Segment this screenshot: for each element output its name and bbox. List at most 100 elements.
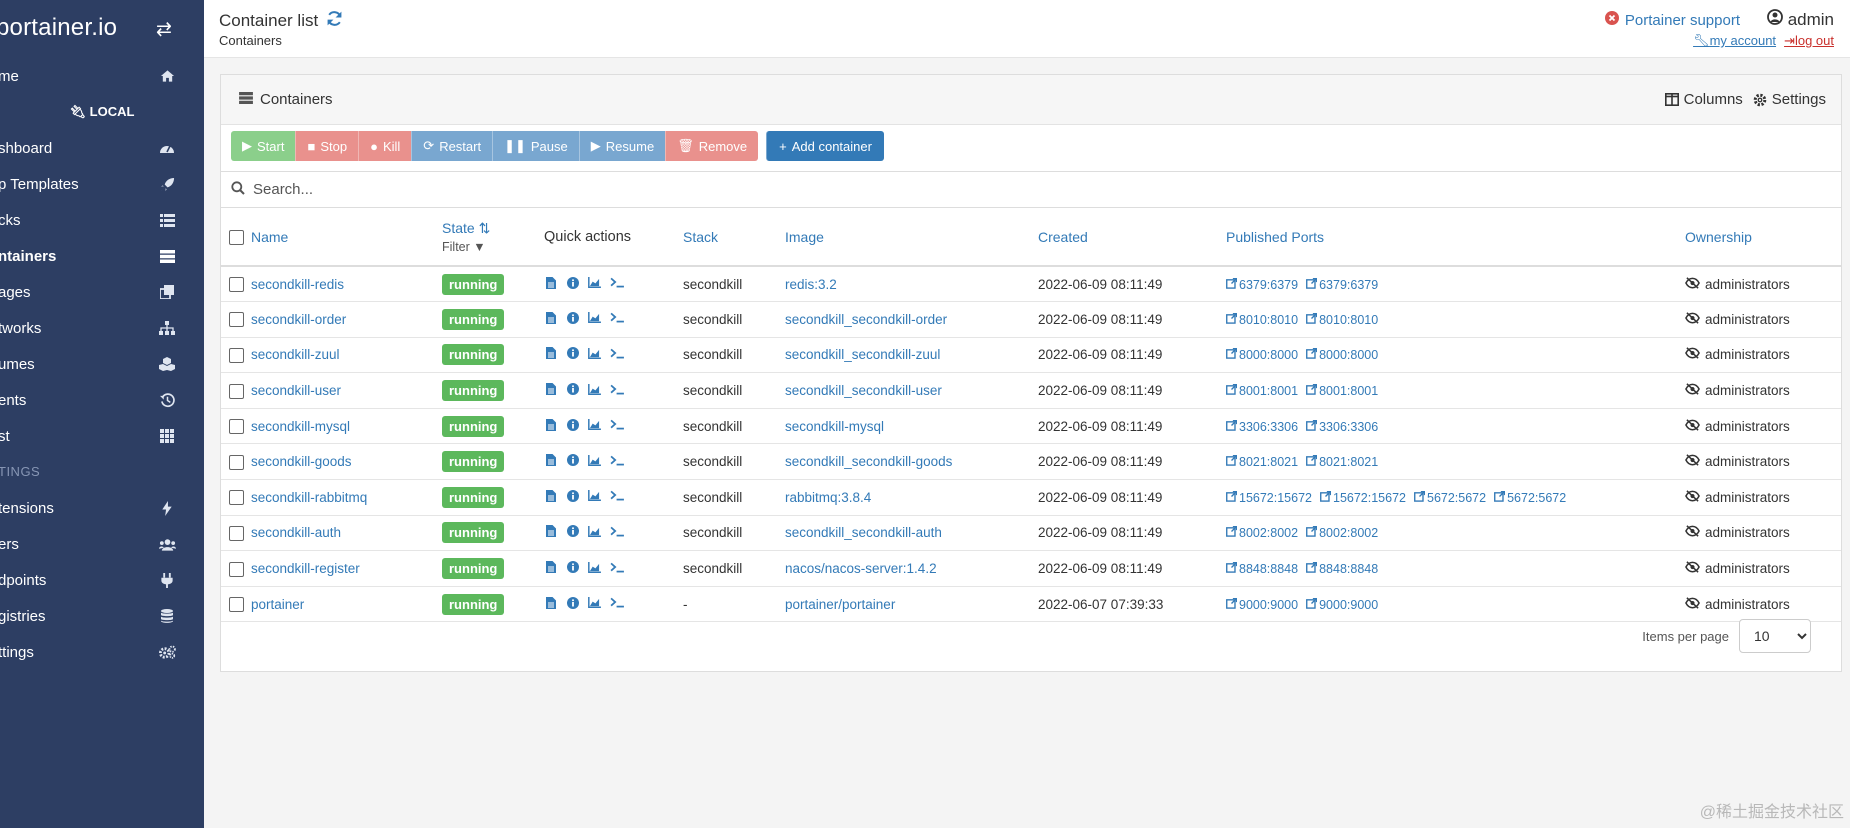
row-checkbox[interactable] (229, 454, 244, 470)
sort-image[interactable]: Image (785, 229, 824, 245)
console-icon[interactable] (610, 526, 624, 540)
columns-button[interactable]: Columns (1664, 91, 1743, 108)
sidebar-item-host[interactable]: st (0, 418, 204, 454)
sidebar-item-volumes[interactable]: umes (0, 346, 204, 382)
container-name-link[interactable]: secondkill-auth (251, 525, 341, 540)
row-checkbox[interactable] (229, 347, 244, 363)
stats-icon[interactable] (588, 525, 601, 540)
resume-button[interactable]: ▶ Resume (578, 131, 666, 161)
sidebar-item-registries[interactable]: gistries (0, 598, 204, 634)
published-port-link[interactable]: 3306:3306 (1306, 419, 1378, 434)
select-all-checkbox[interactable] (229, 229, 244, 245)
image-link[interactable]: secondkill_secondkill-auth (785, 525, 942, 540)
published-port-link[interactable]: 8000:8000 (1226, 348, 1298, 362)
row-checkbox[interactable] (229, 312, 244, 328)
published-port-link[interactable]: 6379:6379 (1226, 277, 1298, 292)
logs-icon[interactable] (544, 311, 557, 327)
stats-icon[interactable] (588, 277, 601, 291)
published-port-link[interactable]: 5672:5672 (1494, 490, 1566, 505)
image-link[interactable]: portainer/portainer (785, 597, 895, 612)
console-icon[interactable] (610, 277, 624, 291)
row-checkbox[interactable] (229, 597, 244, 613)
stats-icon[interactable] (588, 490, 601, 504)
sort-ports[interactable]: Published Ports (1226, 229, 1324, 245)
published-port-link[interactable]: 8002:8002 (1226, 526, 1298, 540)
info-icon[interactable] (566, 383, 579, 398)
image-link[interactable]: secondkill_secondkill-user (785, 383, 942, 398)
start-button[interactable]: ▶ Start (231, 131, 296, 161)
settings-button[interactable]: Settings (1753, 91, 1826, 108)
my-account-link[interactable]: 🔧︎my account (1693, 33, 1776, 49)
state-filter[interactable]: Filter ▼ (442, 240, 544, 254)
container-name-link[interactable]: secondkill-zuul (251, 347, 340, 362)
sidebar-item-users[interactable]: ers (0, 526, 204, 562)
image-link[interactable]: secondkill_secondkill-goods (785, 454, 952, 469)
sidebar-item-home[interactable]: me (0, 58, 204, 94)
info-icon[interactable] (566, 454, 579, 469)
console-icon[interactable] (610, 419, 624, 433)
sidebar-item-events[interactable]: ents (0, 382, 204, 418)
row-checkbox[interactable] (229, 419, 244, 435)
published-port-link[interactable]: 8002:8002 (1306, 526, 1378, 540)
sort-name[interactable]: Name (251, 229, 288, 245)
published-port-link[interactable]: 6379:6379 (1306, 277, 1378, 292)
sidebar-item-stacks[interactable]: cks (0, 202, 204, 238)
logs-icon[interactable] (544, 418, 557, 434)
kill-button[interactable]: ● Kill (358, 131, 412, 161)
published-port-link[interactable]: 8001:8001 (1306, 383, 1378, 398)
published-port-link[interactable]: 15672:15672 (1320, 490, 1406, 505)
stats-icon[interactable] (588, 454, 601, 469)
sort-created[interactable]: Created (1038, 229, 1088, 245)
published-port-link[interactable]: 8000:8000 (1306, 348, 1378, 362)
published-port-link[interactable]: 8848:8848 (1306, 561, 1378, 576)
container-name-link[interactable]: secondkill-redis (251, 277, 344, 292)
published-port-link[interactable]: 9000:9000 (1226, 597, 1298, 612)
stats-icon[interactable] (588, 347, 601, 362)
sidebar-item-endpoints[interactable]: dpoints (0, 562, 204, 598)
sidebar-item-app-templates[interactable]: p Templates (0, 166, 204, 202)
info-icon[interactable] (566, 561, 579, 576)
image-link[interactable]: secondkill_secondkill-order (785, 312, 947, 327)
info-icon[interactable] (566, 418, 579, 434)
console-icon[interactable] (610, 348, 624, 362)
logs-icon[interactable] (544, 525, 557, 540)
sort-ownership[interactable]: Ownership (1685, 229, 1752, 245)
sidebar-item-networks[interactable]: tworks (0, 310, 204, 346)
sidebar-item-images[interactable]: ages (0, 274, 204, 310)
published-port-link[interactable]: 15672:15672 (1226, 490, 1312, 505)
image-link[interactable]: secondkill_secondkill-zuul (785, 347, 940, 362)
logs-icon[interactable] (544, 561, 557, 576)
info-icon[interactable] (566, 596, 579, 612)
stats-icon[interactable] (588, 597, 601, 611)
exchange-icon[interactable]: ⇄ (156, 18, 172, 41)
sidebar-item-settings[interactable]: ttings (0, 634, 204, 670)
pause-button[interactable]: ❚❚ Pause (492, 131, 579, 161)
portainer-logo[interactable]: portainer.io (0, 14, 117, 42)
published-port-link[interactable]: 8010:8010 (1306, 312, 1378, 327)
container-name-link[interactable]: secondkill-user (251, 383, 341, 398)
row-checkbox[interactable] (229, 561, 244, 577)
logs-icon[interactable] (544, 276, 557, 292)
stats-icon[interactable] (588, 561, 601, 576)
add-container-button[interactable]: + Add container (766, 131, 884, 161)
info-icon[interactable] (566, 311, 579, 327)
console-icon[interactable] (610, 455, 624, 469)
sidebar-item-containers[interactable]: ntainers (0, 238, 204, 274)
remove-button[interactable]: 🗑︎ Remove (665, 131, 759, 161)
sidebar-item-dashboard[interactable]: shboard (0, 130, 204, 166)
info-icon[interactable] (566, 347, 579, 362)
logs-icon[interactable] (544, 383, 557, 398)
console-icon[interactable] (610, 490, 624, 504)
published-port-link[interactable]: 3306:3306 (1226, 419, 1298, 434)
logs-icon[interactable] (544, 596, 557, 612)
row-checkbox[interactable] (229, 490, 244, 506)
console-icon[interactable] (610, 384, 624, 398)
container-name-link[interactable]: secondkill-order (251, 312, 346, 327)
log-out-link[interactable]: ⇥log out (1784, 33, 1834, 49)
stats-icon[interactable] (588, 312, 601, 326)
stats-icon[interactable] (588, 383, 601, 398)
support-link[interactable]: Portainer support (1604, 11, 1740, 29)
row-checkbox[interactable] (229, 383, 244, 399)
sort-stack[interactable]: Stack (683, 229, 718, 245)
console-icon[interactable] (610, 312, 624, 326)
